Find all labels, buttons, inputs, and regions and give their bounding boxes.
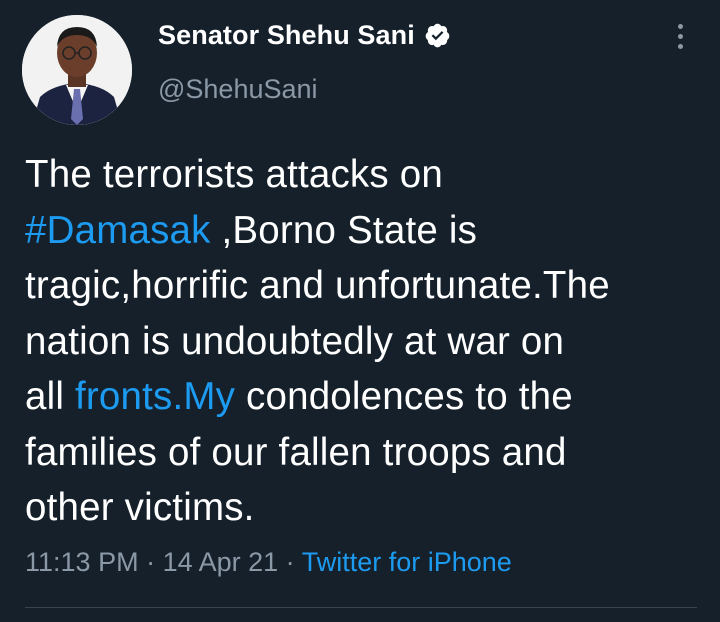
tweet-text-line: families of our fallen troops and (25, 425, 705, 481)
tweet-text-segment: nation is undoubtedly at war on (25, 319, 565, 363)
tweet-text-line: tragic,horrific and unfortunate.The (25, 258, 705, 314)
tweet-text-line: The terrorists attacks on (25, 147, 705, 203)
tweet-text-segment: all (25, 375, 76, 418)
display-name[interactable]: Senator Shehu Sani (158, 20, 415, 51)
hashtag-link[interactable]: #Damasak (25, 209, 211, 252)
tweet-text-line: #Damasak ,Borno State is (25, 203, 705, 259)
tweet-meta: 11:13 PM · 14 Apr 21 · Twitter for iPhon… (25, 547, 512, 578)
meta-separator: · (278, 547, 302, 577)
tweet-text-segment: The terrorists attacks on (25, 153, 443, 196)
divider (25, 607, 697, 608)
tweet-text-line: all fronts.My condolences to the (25, 369, 705, 425)
tweet-text-line: other victims. (25, 480, 705, 536)
tweet-text-segment: tragic,horrific and unfortunate.The (25, 264, 610, 307)
hashtag-link[interactable]: fronts.My (75, 375, 235, 418)
author-handle[interactable]: @ShehuSani (158, 74, 318, 105)
tweet-date[interactable]: 14 Apr 21 (163, 547, 279, 577)
tweet-container: Senator Shehu Sani @ShehuSani The terror… (0, 0, 720, 622)
meta-separator: · (138, 547, 163, 577)
avatar[interactable] (22, 15, 132, 125)
tweet-source-link[interactable]: Twitter for iPhone (302, 547, 512, 577)
tweet-time[interactable]: 11:13 PM (25, 547, 139, 577)
tweet-text-segment: families of our fallen troops and (25, 430, 567, 474)
tweet-text-line: nation is undoubtedly at war on (25, 314, 705, 370)
tweet-text-segment: condolences to the (235, 375, 573, 418)
author-name-row[interactable]: Senator Shehu Sani (158, 20, 451, 51)
more-options-icon[interactable] (670, 24, 690, 58)
tweet-text: The terrorists attacks on #Damasak ,Borno… (25, 147, 705, 536)
verified-badge-icon (424, 22, 451, 49)
tweet-text-segment: other victims. (25, 486, 255, 529)
tweet-text-segment: ,Borno State is (210, 208, 478, 252)
